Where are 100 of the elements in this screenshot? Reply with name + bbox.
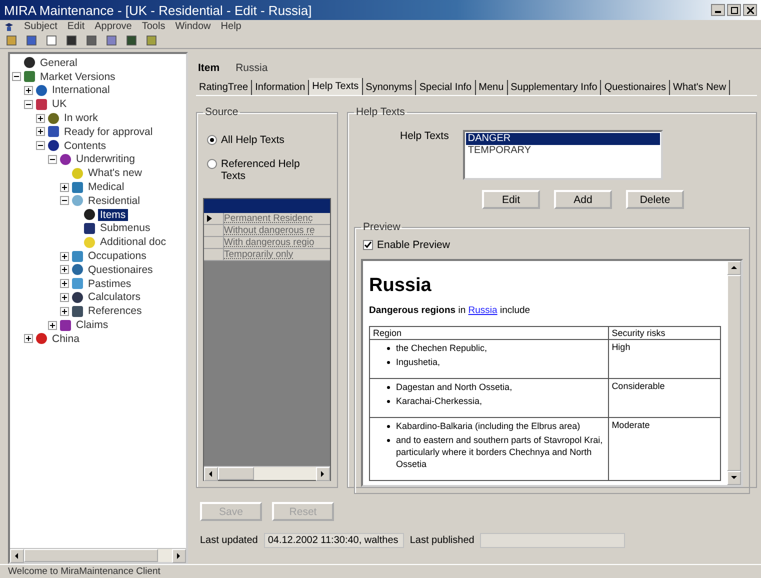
action-button[interactable]: Edit [482, 190, 540, 209]
tree-item[interactable]: Underwriting [74, 153, 137, 166]
expand-toggle[interactable] [60, 306, 69, 316]
tree-item[interactable]: China [50, 332, 82, 345]
expand-toggle[interactable] [36, 114, 45, 123]
group-title: Help Texts [355, 106, 406, 118]
list-entry: Dagestan and North Ossetia, [396, 381, 512, 393]
menu-item[interactable]: Tools [142, 21, 166, 32]
radio-button[interactable] [207, 159, 217, 169]
toolbar-button[interactable] [24, 34, 38, 47]
tree-item[interactable]: Market Versions [38, 70, 118, 83]
toolbar-button[interactable] [144, 34, 158, 47]
toolbar-button[interactable] [124, 34, 138, 47]
toolbar-button[interactable] [84, 34, 98, 47]
expand-toggle[interactable] [60, 265, 69, 274]
minus-icon [14, 74, 19, 80]
bullet-icon [387, 400, 390, 403]
horizontal-scrollbar[interactable] [10, 548, 186, 562]
tree-item[interactable]: Items [98, 208, 128, 221]
expand-toggle[interactable] [24, 86, 33, 95]
tree-item[interactable]: Occupations [86, 250, 148, 262]
minus-icon [50, 156, 55, 162]
tab[interactable]: Help Texts [309, 78, 363, 95]
menu-item[interactable]: Window [175, 21, 211, 32]
scroll-left-icon [13, 552, 21, 560]
app-icon [4, 22, 14, 32]
tree-item[interactable]: Claims [74, 319, 110, 332]
list-box[interactable]: DANGER TEMPORARY [462, 130, 663, 180]
tree-item[interactable]: Questionaires [86, 264, 155, 276]
tree-item[interactable]: In work [62, 112, 100, 124]
action-button[interactable]: Add [554, 190, 612, 209]
tree-item[interactable]: International [50, 84, 112, 96]
plus-icon [62, 281, 67, 286]
radio-button[interactable] [207, 135, 217, 145]
field-label: Last updated [200, 535, 258, 546]
list-item[interactable]: TEMPORARY [466, 145, 660, 157]
tree-item[interactable]: Medical [86, 181, 126, 194]
bullet-icon [387, 425, 390, 428]
row-pointer-icon [207, 215, 212, 222]
horizontal-scrollbar[interactable] [204, 466, 330, 480]
tree-item[interactable]: What's new [86, 167, 144, 180]
expand-toggle[interactable] [60, 196, 69, 206]
input-field[interactable] [480, 533, 626, 548]
plus-icon [50, 322, 55, 328]
expand-toggle[interactable] [36, 127, 45, 136]
expand-toggle[interactable] [12, 72, 21, 82]
scroll-up-icon [730, 264, 738, 272]
table-cell: High [608, 340, 720, 378]
menu-item[interactable]: Help [220, 21, 242, 32]
menu-item[interactable]: Edit [67, 21, 85, 32]
plus-icon [62, 267, 67, 272]
menu-item[interactable]: Approve [94, 21, 132, 32]
expand-toggle[interactable] [60, 279, 69, 288]
scroll-down-icon [730, 474, 738, 482]
restore-button[interactable] [727, 4, 741, 16]
menu-item[interactable]: Subject [24, 21, 58, 32]
expand-toggle[interactable] [24, 100, 33, 109]
vertical-scrollbar[interactable] [727, 261, 741, 485]
tree-item[interactable]: Contents [62, 140, 108, 152]
tree-item[interactable]: Residential [86, 194, 142, 207]
tree-item[interactable]: Pastimes [86, 278, 134, 290]
item-value: Russia [236, 62, 268, 76]
expand-toggle[interactable] [60, 252, 69, 261]
scroll-right-icon [319, 470, 327, 478]
toolbar-button[interactable] [4, 34, 18, 47]
group-title: Preview [362, 221, 402, 233]
plus-icon [62, 308, 67, 314]
plus-icon [26, 88, 31, 93]
preview-heading: Russia [369, 275, 432, 297]
input-field[interactable]: 04.12.2002 11:30:40, walthes [264, 533, 404, 548]
text-link[interactable]: Russia [468, 305, 498, 316]
checkbox[interactable] [363, 240, 373, 250]
expand-toggle[interactable] [60, 292, 69, 302]
action-button[interactable]: Delete [626, 190, 684, 209]
tree-item[interactable]: Calculators [86, 291, 143, 304]
table-cell: Considerable [608, 378, 720, 418]
list-item[interactable]: DANGER [466, 133, 660, 145]
close-button[interactable] [743, 4, 757, 16]
expand-toggle[interactable] [48, 320, 57, 330]
tree-item[interactable]: General [38, 56, 80, 69]
list-entry: Karachai-Cherkessia, [396, 395, 482, 407]
bullet-icon [387, 439, 390, 442]
toolbar-button[interactable] [104, 34, 118, 47]
tab[interactable]: What's New [670, 80, 730, 95]
tree-item[interactable]: UK [50, 98, 69, 110]
toolbar-button[interactable] [64, 34, 78, 47]
tree-item[interactable]: Submenus [98, 222, 152, 234]
expand-toggle[interactable] [24, 334, 33, 344]
column-header: Region [370, 326, 608, 340]
toolbar-button[interactable] [44, 34, 58, 47]
tree-item[interactable]: Additional doc [98, 236, 168, 248]
expand-toggle[interactable] [48, 154, 57, 164]
expand-toggle[interactable] [60, 182, 69, 192]
tree-item[interactable]: References [86, 305, 144, 318]
group-title: Source [204, 106, 240, 118]
column-header: Security risks [608, 326, 720, 340]
minimize-button[interactable] [711, 4, 725, 16]
expand-toggle[interactable] [36, 141, 45, 150]
tree-item[interactable]: Ready for approval [62, 126, 155, 138]
list-entry: Ingushetia, [396, 356, 440, 368]
